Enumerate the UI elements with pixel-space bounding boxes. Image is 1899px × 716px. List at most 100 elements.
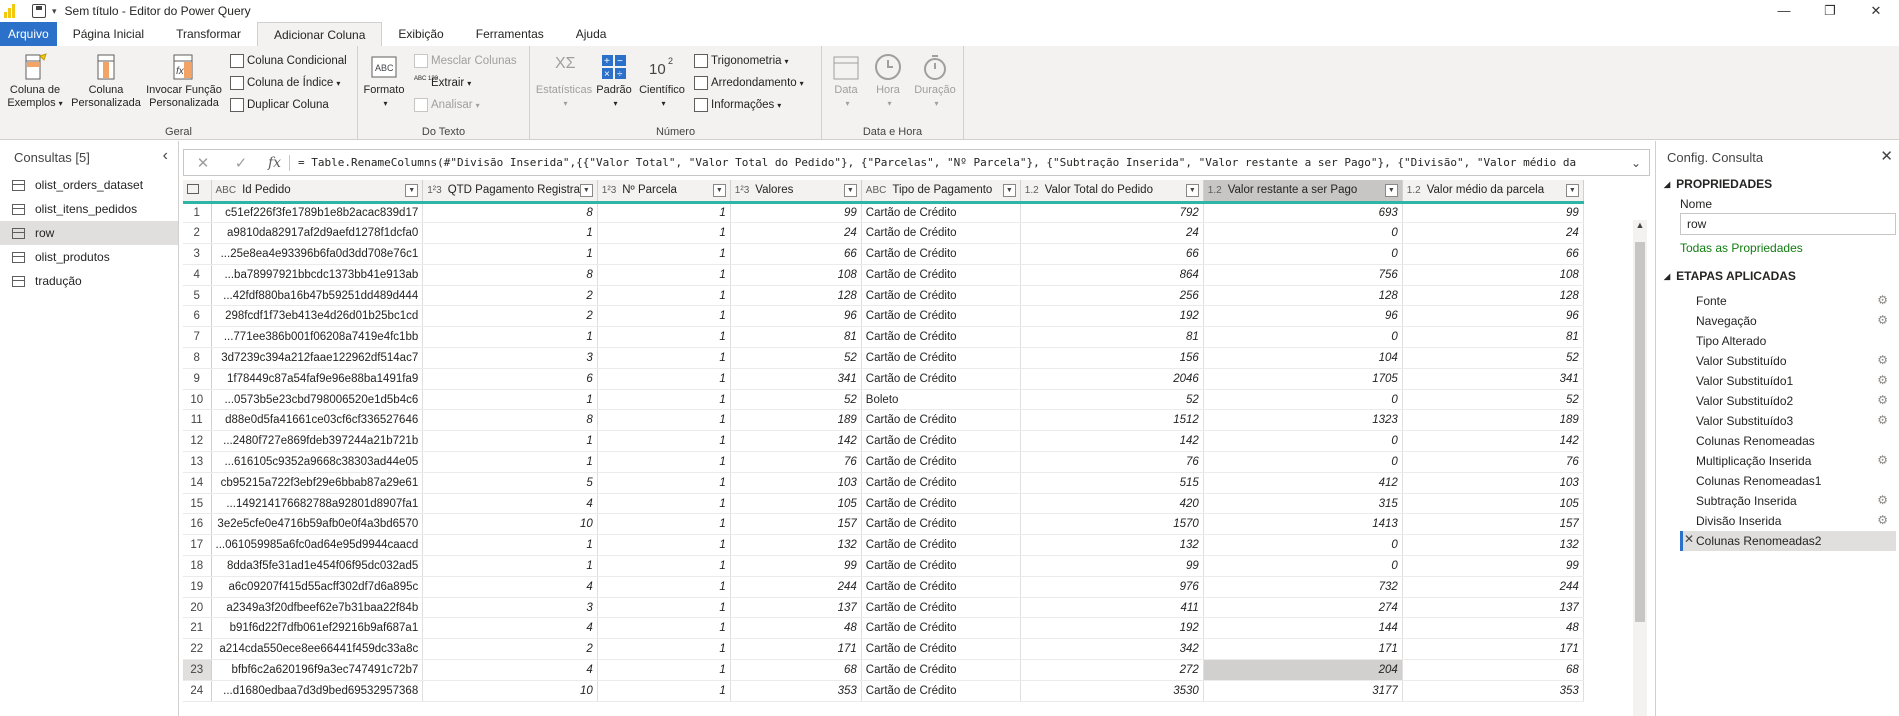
- table-cell[interactable]: 132: [730, 534, 862, 557]
- step-settings-gear-icon[interactable]: ⚙: [1877, 293, 1888, 307]
- table-cell[interactable]: 1: [422, 534, 598, 557]
- table-cell[interactable]: cb95215a722f3ebf29e6bbab87a29e61: [211, 472, 424, 494]
- minimize-icon[interactable]: —: [1761, 0, 1807, 22]
- table-cell[interactable]: 1: [422, 326, 598, 349]
- table-cell[interactable]: a9810da82917af2d9aefd1278f1dcfa0: [211, 222, 424, 245]
- table-cell[interactable]: 137: [1402, 597, 1584, 619]
- column-header[interactable]: 1²3 QTD Pagamento Registrado ▼: [422, 180, 598, 204]
- table-cell[interactable]: 8: [422, 264, 598, 286]
- table-cell[interactable]: 0: [1203, 451, 1403, 473]
- table-cell[interactable]: c51ef226f3fe1789b1e8b2acac839d17: [211, 202, 424, 224]
- step-settings-gear-icon[interactable]: ⚙: [1877, 513, 1888, 527]
- applied-step[interactable]: Colunas Renomeadas1: [1680, 471, 1896, 491]
- column-header[interactable]: ABC Tipo de Pagamento ▼: [861, 180, 1021, 204]
- tab-transformar[interactable]: Transformar: [160, 22, 257, 46]
- tab-p-gina-inicial[interactable]: Página Inicial: [57, 22, 160, 46]
- table-cell[interactable]: 52: [1402, 389, 1584, 411]
- table-row[interactable]: 23 bfbf6c2a620196f9a3ec747491c72b7 4 1 68 Car…: [183, 659, 1584, 681]
- table-cell[interactable]: 341: [1402, 368, 1584, 390]
- table-cell[interactable]: 1: [597, 597, 731, 619]
- step-settings-gear-icon[interactable]: ⚙: [1877, 373, 1888, 387]
- table-cell[interactable]: 3530: [1020, 680, 1204, 702]
- table-cell[interactable]: 1: [597, 264, 731, 286]
- table-cell[interactable]: Cartão de Crédito: [861, 305, 1021, 328]
- table-cell[interactable]: 353: [730, 680, 862, 702]
- applied-step[interactable]: Subtração Inserida ⚙: [1680, 491, 1896, 511]
- arredondamento-button[interactable]: Arredondamento ▾: [694, 74, 804, 92]
- table-row[interactable]: 8 3d7239c394a212faae122962df514ac7 3 1 52 Car…: [183, 347, 1584, 369]
- table-cell[interactable]: Cartão de Crédito: [861, 451, 1021, 473]
- table-cell[interactable]: 4: [422, 659, 598, 681]
- table-cell[interactable]: 1: [597, 534, 731, 557]
- table-cell[interactable]: Cartão de Crédito: [861, 680, 1021, 702]
- table-cell[interactable]: 3: [422, 347, 598, 369]
- table-cell[interactable]: a214cda550ece8ee66441f459dc33a8c: [211, 638, 424, 661]
- table-cell[interactable]: 1323: [1203, 409, 1403, 432]
- table-cell[interactable]: 142: [1020, 430, 1204, 453]
- table-cell[interactable]: 1: [597, 555, 731, 577]
- table-cell[interactable]: 1: [597, 305, 731, 328]
- table-cell[interactable]: 792: [1020, 202, 1204, 224]
- formula-text[interactable]: = Table.RenameColumns(#"Divisão Inserida…: [290, 156, 1623, 169]
- table-cell[interactable]: 108: [1402, 264, 1584, 286]
- table-cell[interactable]: d1680edbaa7d3d9bed69532957368...: [211, 680, 424, 702]
- table-cell[interactable]: Cartão de Crédito: [861, 222, 1021, 245]
- table-cell[interactable]: Cartão de Crédito: [861, 430, 1021, 453]
- table-cell[interactable]: 128: [1203, 285, 1403, 307]
- table-cell[interactable]: 1: [597, 472, 731, 494]
- applied-step[interactable]: Multiplicação Inserida ⚙: [1680, 451, 1896, 471]
- table-cell[interactable]: 1: [597, 430, 731, 453]
- table-row[interactable]: 5 42fdf880ba16b47b59251dd489d444... 2 1 128 C…: [183, 285, 1584, 307]
- table-row[interactable]: 6 298fcdf1f73eb413e4d26d01b25bc1cd 2 1 96 Car…: [183, 305, 1584, 328]
- table-cell[interactable]: 5: [422, 472, 598, 494]
- table-row[interactable]: 17 061059985a6fc0ad64e95d9944caacd... 1 1 13…: [183, 534, 1584, 557]
- table-cell[interactable]: 1: [597, 285, 731, 307]
- table-cell[interactable]: 24: [1020, 222, 1204, 245]
- row-number[interactable]: 4: [183, 264, 212, 286]
- table-cell[interactable]: 96: [730, 305, 862, 328]
- column-header[interactable]: 1²3 Nº Parcela ▼: [597, 180, 731, 204]
- table-cell[interactable]: 693: [1203, 202, 1403, 224]
- table-cell[interactable]: 0: [1203, 222, 1403, 245]
- estatisticas-button[interactable]: XΣ Estatísticas ▾: [534, 52, 594, 110]
- table-cell[interactable]: 0: [1203, 430, 1403, 453]
- table-cell[interactable]: 192: [1020, 617, 1204, 640]
- applied-step[interactable]: Tipo Alterado: [1680, 331, 1896, 351]
- table-row[interactable]: 21 b91f6d22f7dfb061ef29216b9af687a1 4 1 48 Ca…: [183, 617, 1584, 640]
- table-row[interactable]: 3 25e8ea4e93396b6fa0d3dd708e76c1... 1 1 66 Ca…: [183, 243, 1584, 265]
- table-cell[interactable]: 103: [730, 472, 862, 494]
- trigonometria-button[interactable]: Trigonometria ▾: [694, 52, 789, 70]
- step-settings-gear-icon[interactable]: ⚙: [1877, 413, 1888, 427]
- table-cell[interactable]: 10: [422, 513, 598, 536]
- applied-step[interactable]: Navegação ⚙: [1680, 311, 1896, 331]
- close-settings-icon[interactable]: ✕: [1880, 147, 1893, 165]
- query-name-input[interactable]: row: [1680, 213, 1896, 235]
- table-cell[interactable]: 103: [1402, 472, 1584, 494]
- table-cell[interactable]: 149214176682788a92801d8907fa1...: [211, 493, 424, 515]
- table-cell[interactable]: 1: [597, 347, 731, 369]
- table-cell[interactable]: 061059985a6fc0ad64e95d9944caacd...: [211, 534, 424, 557]
- table-cell[interactable]: 81: [1020, 326, 1204, 349]
- row-number[interactable]: 5: [183, 285, 212, 307]
- save-icon[interactable]: [32, 4, 46, 18]
- table-row[interactable]: 4 ba78997921bbcdc1373bb41e913ab... 8 1 108 Ca…: [183, 264, 1584, 286]
- table-cell[interactable]: Cartão de Crédito: [861, 597, 1021, 619]
- step-settings-gear-icon[interactable]: ⚙: [1877, 353, 1888, 367]
- table-cell[interactable]: 171: [730, 638, 862, 661]
- query-item[interactable]: olist_itens_pedidos: [0, 197, 178, 221]
- table-cell[interactable]: 0: [1203, 326, 1403, 349]
- table-cell[interactable]: 48: [1402, 617, 1584, 640]
- invocar-funcao-button[interactable]: fx Invocar Função Personalizada: [144, 52, 224, 110]
- column-filter-icon[interactable]: ▼: [1384, 184, 1398, 197]
- table-cell[interactable]: 1: [597, 451, 731, 473]
- informacoes-button[interactable]: Informações ▾: [694, 96, 781, 114]
- table-cell[interactable]: 244: [730, 576, 862, 598]
- table-cell[interactable]: 68: [730, 659, 862, 681]
- column-filter-icon[interactable]: ▼: [1565, 184, 1579, 197]
- table-cell[interactable]: 24: [1402, 222, 1584, 245]
- applied-step[interactable]: Colunas Renomeadas: [1680, 431, 1896, 451]
- column-type-icon[interactable]: 1.2: [1025, 185, 1039, 196]
- step-settings-gear-icon[interactable]: ⚙: [1877, 453, 1888, 467]
- applied-step[interactable]: Valor Substituído ⚙: [1680, 351, 1896, 371]
- table-cell[interactable]: 1: [597, 222, 731, 245]
